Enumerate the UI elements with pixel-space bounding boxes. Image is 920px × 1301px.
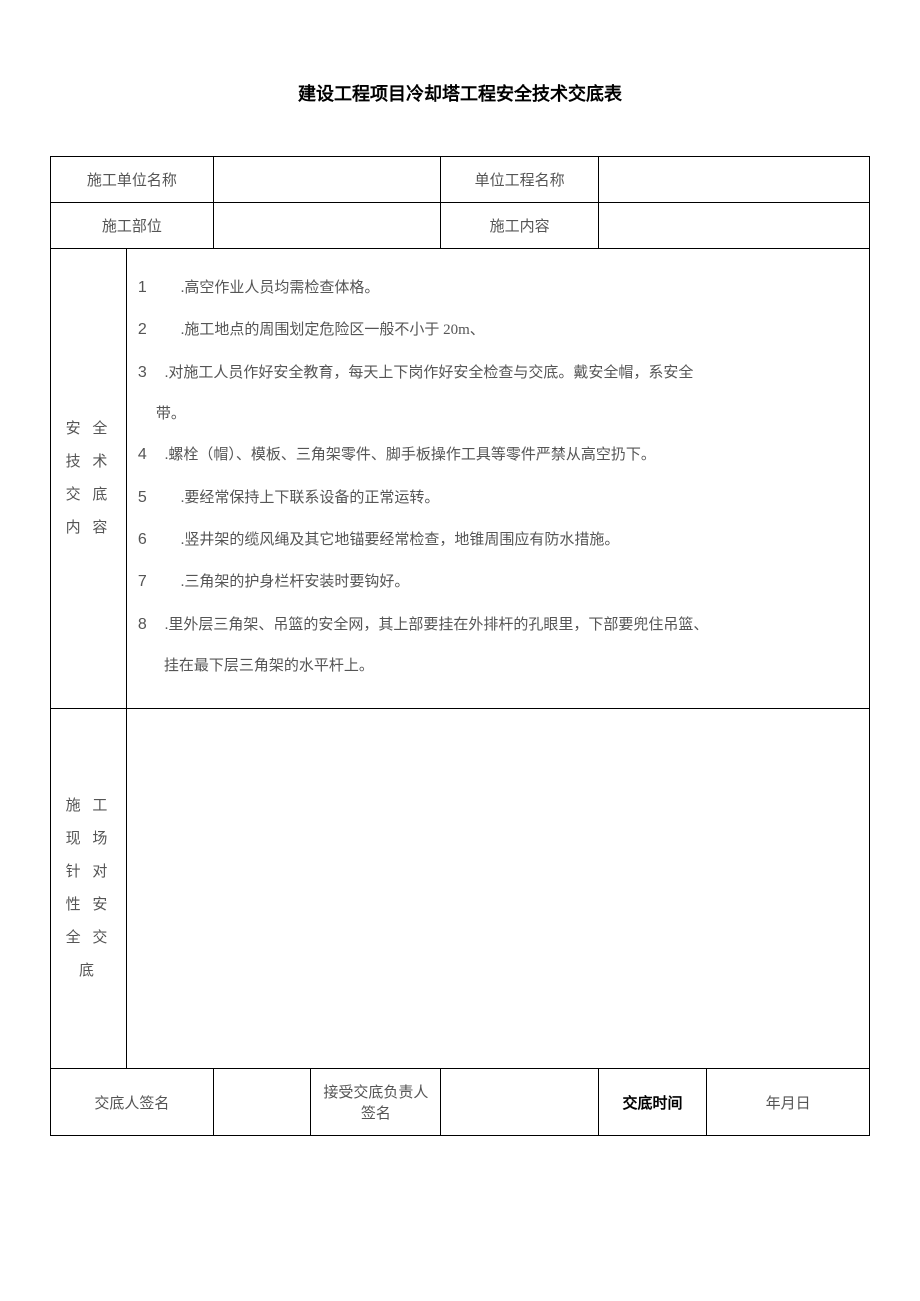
receiver-sign-label: 接受交底负责人签名	[311, 1069, 441, 1136]
item-text-6: .竖井架的缆风绳及其它地锚要经常检查，地锥周围应有防水措施。	[181, 532, 620, 548]
item-num-7: 7	[142, 563, 147, 601]
header-row-1: 施工单位名称 单位工程名称	[51, 157, 870, 203]
disclosure-time-label: 交底时间	[598, 1069, 706, 1136]
item-text-4: .螺栓（帽）、模板、三角架零件、脚手板操作工具等零件严禁从高空扔下。	[165, 447, 656, 463]
item-text-8: .里外层三角架、吊篮的安全网，其上部要挂在外排杆的孔眼里，下部要兜住吊篮、	[165, 617, 709, 633]
construction-part-value[interactable]	[213, 203, 441, 249]
item-num-8: 8	[142, 606, 147, 644]
item-text-7: .三角架的护身栏杆安装时要钩好。	[181, 574, 410, 590]
item-num-2: 2	[142, 311, 147, 349]
construction-content-label: 施工内容	[441, 203, 598, 249]
item-num-6: 6	[142, 521, 147, 559]
construction-unit-label: 施工单位名称	[51, 157, 214, 203]
item-text-3b: 带。	[156, 406, 186, 422]
construction-content-value[interactable]	[598, 203, 869, 249]
construction-part-label: 施工部位	[51, 203, 214, 249]
item-num-4: 4	[142, 436, 147, 474]
item-text-2: .施工地点的周围划定危险区一般不小于 20m、	[181, 322, 485, 338]
item-num-3: 3	[142, 354, 147, 392]
header-row-2: 施工部位 施工内容	[51, 203, 870, 249]
item-num-5: 5	[142, 479, 147, 517]
site-specific-section-row: 施 工 现 场 针 对 性 安 全 交 底	[51, 709, 870, 1069]
discloser-sign-value[interactable]	[213, 1069, 311, 1136]
item-text-5: .要经常保持上下联系设备的正常运转。	[181, 490, 440, 506]
safety-tech-content: 1 .高空作业人员均需检查体格。 2 .施工地点的周围划定危险区一般不小于 20…	[126, 249, 869, 709]
project-name-value[interactable]	[598, 157, 869, 203]
site-specific-label: 施 工 现 场 针 对 性 安 全 交 底	[51, 709, 127, 1069]
safety-tech-section-row: 安 全 技 术 交 底 内 容 1 .高空作业人员均需检查体格。 2 .施工地点…	[51, 249, 870, 709]
construction-unit-value[interactable]	[213, 157, 441, 203]
signature-row: 交底人签名 接受交底负责人签名 交底时间 年月日	[51, 1069, 870, 1136]
item-num-1: 1	[142, 269, 147, 307]
discloser-sign-label: 交底人签名	[51, 1069, 214, 1136]
site-specific-content[interactable]	[126, 709, 869, 1069]
document-title: 建设工程项目冷却塔工程安全技术交底表	[50, 80, 870, 106]
safety-tech-label: 安 全 技 术 交 底 内 容	[51, 249, 127, 709]
disclosure-form-table: 施工单位名称 单位工程名称 施工部位 施工内容 安 全 技 术 交 底 内 容 …	[50, 156, 870, 1136]
item-text-3: .对施工人员作好安全教育，每天上下岗作好安全检查与交底。戴安全帽，系安全	[165, 365, 694, 381]
disclosure-time-value[interactable]: 年月日	[707, 1069, 870, 1136]
item-text-8b: 挂在最下层三角架的水平杆上。	[164, 658, 374, 674]
item-text-1: .高空作业人员均需检查体格。	[181, 280, 380, 296]
project-name-label: 单位工程名称	[441, 157, 598, 203]
receiver-sign-value[interactable]	[441, 1069, 598, 1136]
